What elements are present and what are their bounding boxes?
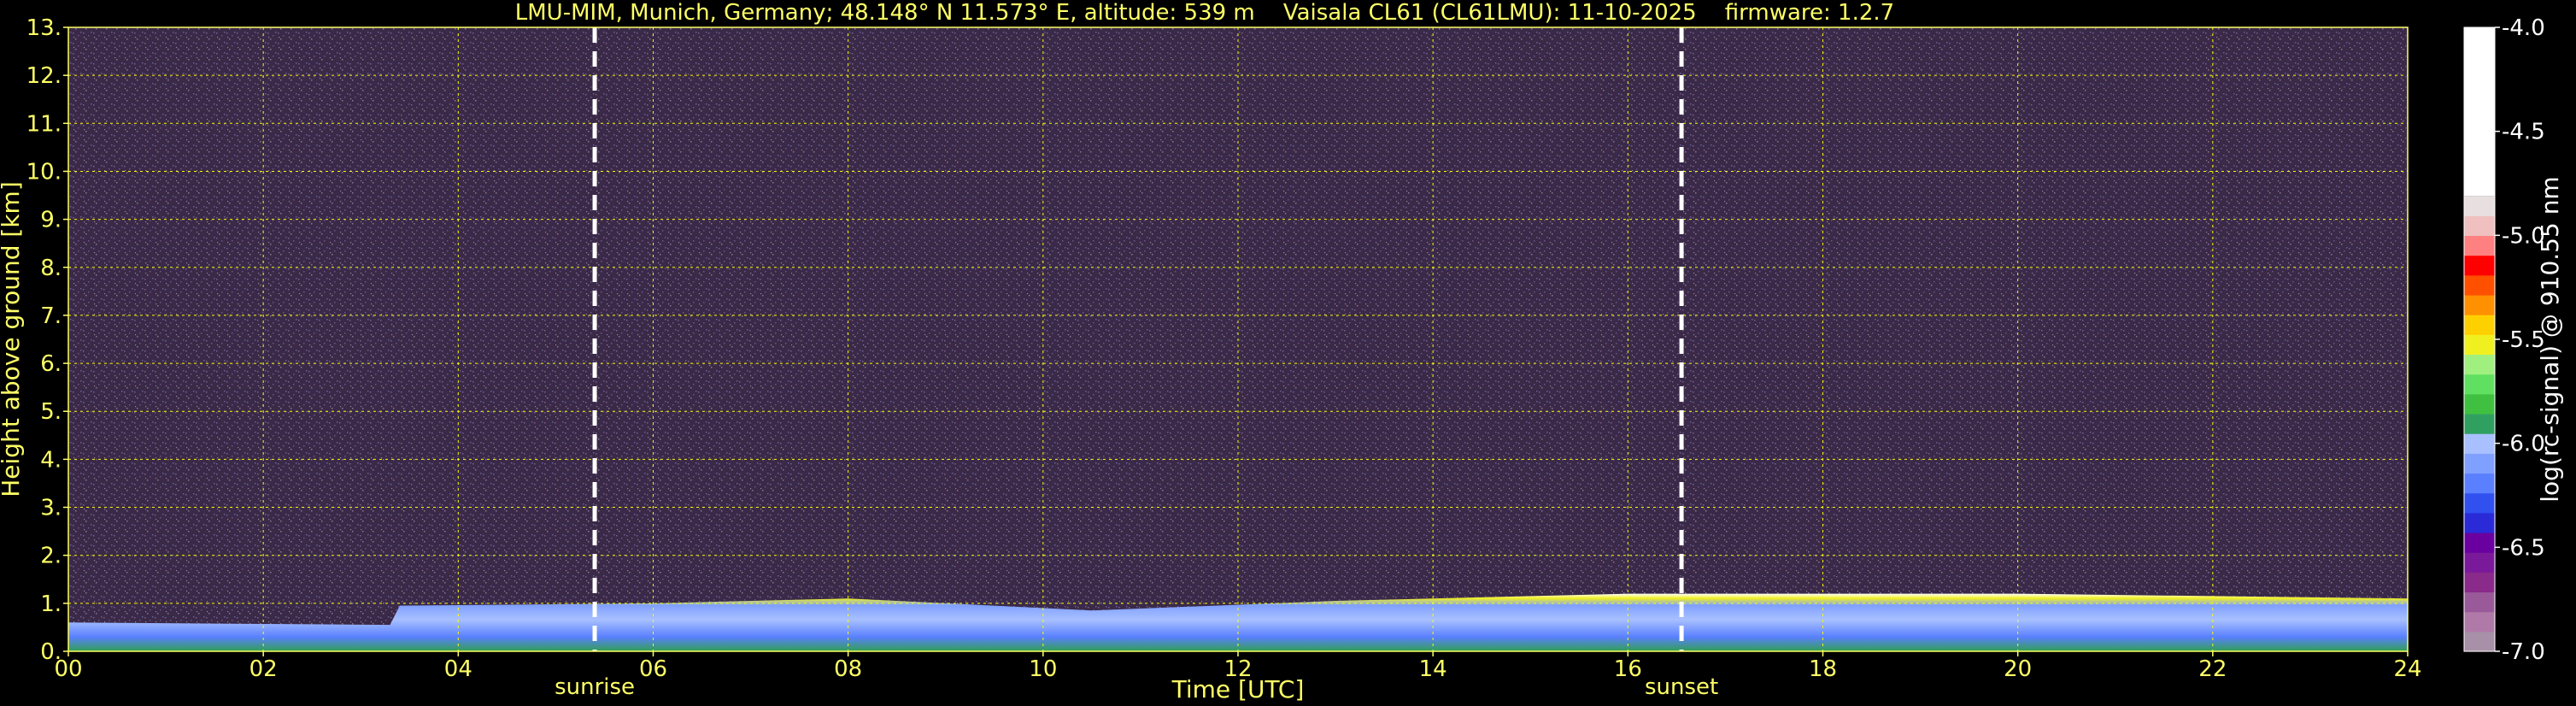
colorbar-segment [2464,294,2495,315]
x-tick-label: 06 [639,656,667,682]
colorbar-label: log(rc-signal) @ 910.55 nm [2536,176,2564,502]
colorbar-segment [2464,215,2495,237]
y-tick-label: 5. [40,399,62,425]
sun-event-label: sunset [1645,674,1718,700]
colorbar-segment [2464,27,2495,197]
colorbar-tick-label: -6.5 [2502,535,2545,561]
y-tick-label: 11. [26,111,62,137]
y-tick-label: 9. [40,208,62,233]
colorbar-tick-label: -4.5 [2502,120,2545,145]
plot-area [67,26,2409,652]
y-tick-label: 12. [26,63,62,89]
y-tick-label: 10. [26,159,62,185]
colorbar: -4.0-4.5-5.0-5.5-6.0-6.5-7.0 [2463,15,2545,665]
colorbar-segment [2464,552,2495,573]
colorbar-segment [2464,235,2495,256]
colorbar-segment [2464,611,2495,632]
colorbar-segment [2464,334,2495,356]
x-tick-label: 16 [1614,656,1642,682]
colorbar-segment [2464,255,2495,276]
y-tick-label: 7. [40,303,62,329]
x-tick-label: 20 [2004,656,2032,682]
colorbar-segment [2464,473,2495,494]
x-tick-label: 02 [249,656,278,682]
colorbar-segment [2464,354,2495,375]
colorbar-segment [2464,591,2495,613]
colorbar-segment [2464,512,2495,533]
y-axis-label: Height above ground [km] [0,181,25,497]
y-tick-label: 3. [40,496,62,521]
colorbar-tick-label: -4.0 [2502,15,2545,41]
y-tick-label: 4. [40,447,62,473]
colorbar-segment [2464,631,2495,652]
colorbar-segment [2464,393,2495,415]
x-tick-label: 22 [2198,656,2227,682]
y-tick-label: 8. [40,256,62,281]
colorbar-segment [2464,433,2495,454]
colorbar-segment [2464,315,2495,335]
colorbar-segment [2464,374,2495,395]
y-tick-label: 0. [40,639,62,665]
ceilometer-chart: 00 02 04 06 08 10 12 14 16 18 20 22 24 0.1.2.3.4.5.6… [0,15,2564,703]
colorbar-tick-label: -7.0 [2502,639,2545,665]
colorbar-segment [2464,532,2495,553]
colorbar-segment [2464,572,2495,593]
colorbar-segment [2464,453,2495,474]
x-axis-label: Time [UTC] [1171,675,1305,703]
y-tick-label: 2. [40,544,62,569]
x-tick-label: 08 [834,656,862,682]
colorbar-segment [2464,492,2495,514]
y-axis: 0. 1. 2. 3. 4. 5. 6. 7. 8. 9. 10. 11. 12. 13. [26,15,68,665]
colorbar-segment [2464,413,2495,434]
colorbar-segment [2464,274,2495,296]
x-tick-label: 24 [2393,656,2421,682]
x-tick-label: 04 [444,656,472,682]
x-tick-label: 18 [1809,656,1837,682]
x-tick-label: 10 [1029,656,1057,682]
x-tick-label: 14 [1419,656,1447,682]
colorbar-segment [2464,196,2495,216]
y-tick-label: 13. [26,15,62,41]
sun-event-label: sunrise [555,674,635,700]
y-tick-label: 1. [40,591,62,617]
y-tick-label: 6. [40,351,62,377]
